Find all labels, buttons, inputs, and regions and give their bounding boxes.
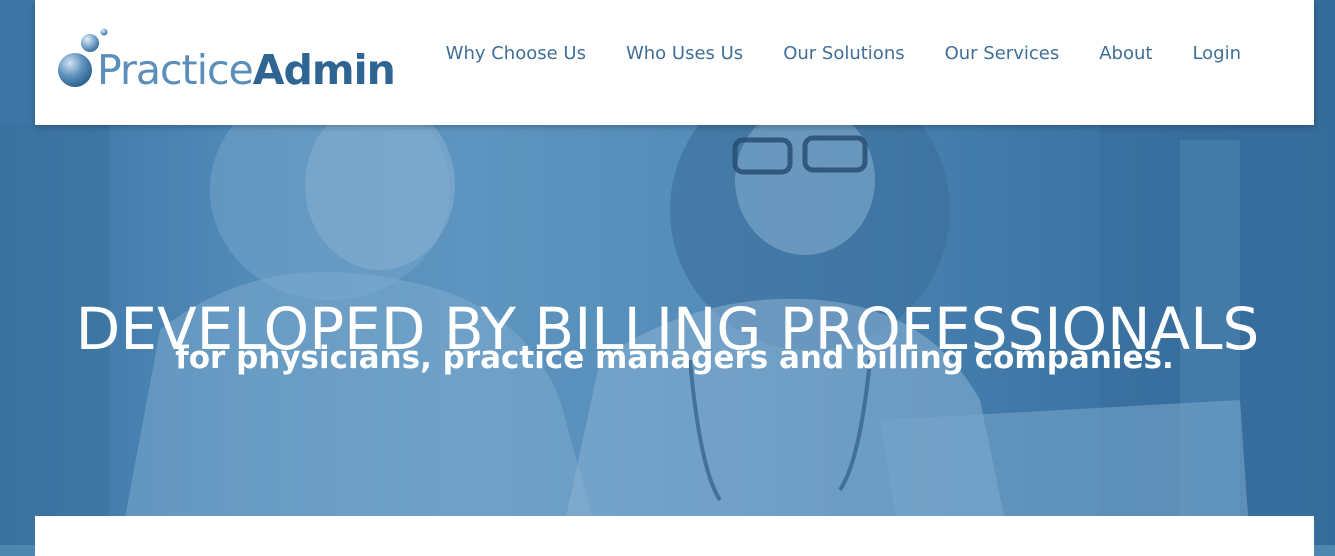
- brand-name-bold: Admin: [252, 46, 396, 94]
- brand-wordmark: PracticeAdmin: [97, 46, 396, 94]
- nav-login[interactable]: Login: [1192, 43, 1241, 65]
- content-card: [35, 516, 1314, 556]
- site-header: PracticeAdmin Why Choose Us Who Uses Us …: [35, 0, 1314, 125]
- nav-why-choose-us[interactable]: Why Choose Us: [446, 43, 586, 65]
- main-nav: Why Choose Us Who Uses Us Our Solutions …: [406, 43, 1241, 65]
- nav-about[interactable]: About: [1099, 43, 1152, 65]
- nav-our-services[interactable]: Our Services: [945, 43, 1060, 65]
- nav-who-uses-us[interactable]: Who Uses Us: [626, 43, 743, 65]
- brand-name-light: Practice: [97, 46, 254, 94]
- brand-logo[interactable]: PracticeAdmin: [57, 22, 427, 102]
- nav-our-solutions[interactable]: Our Solutions: [783, 43, 904, 65]
- hero-subheadline: for physicians, practice managers and bi…: [175, 340, 1174, 376]
